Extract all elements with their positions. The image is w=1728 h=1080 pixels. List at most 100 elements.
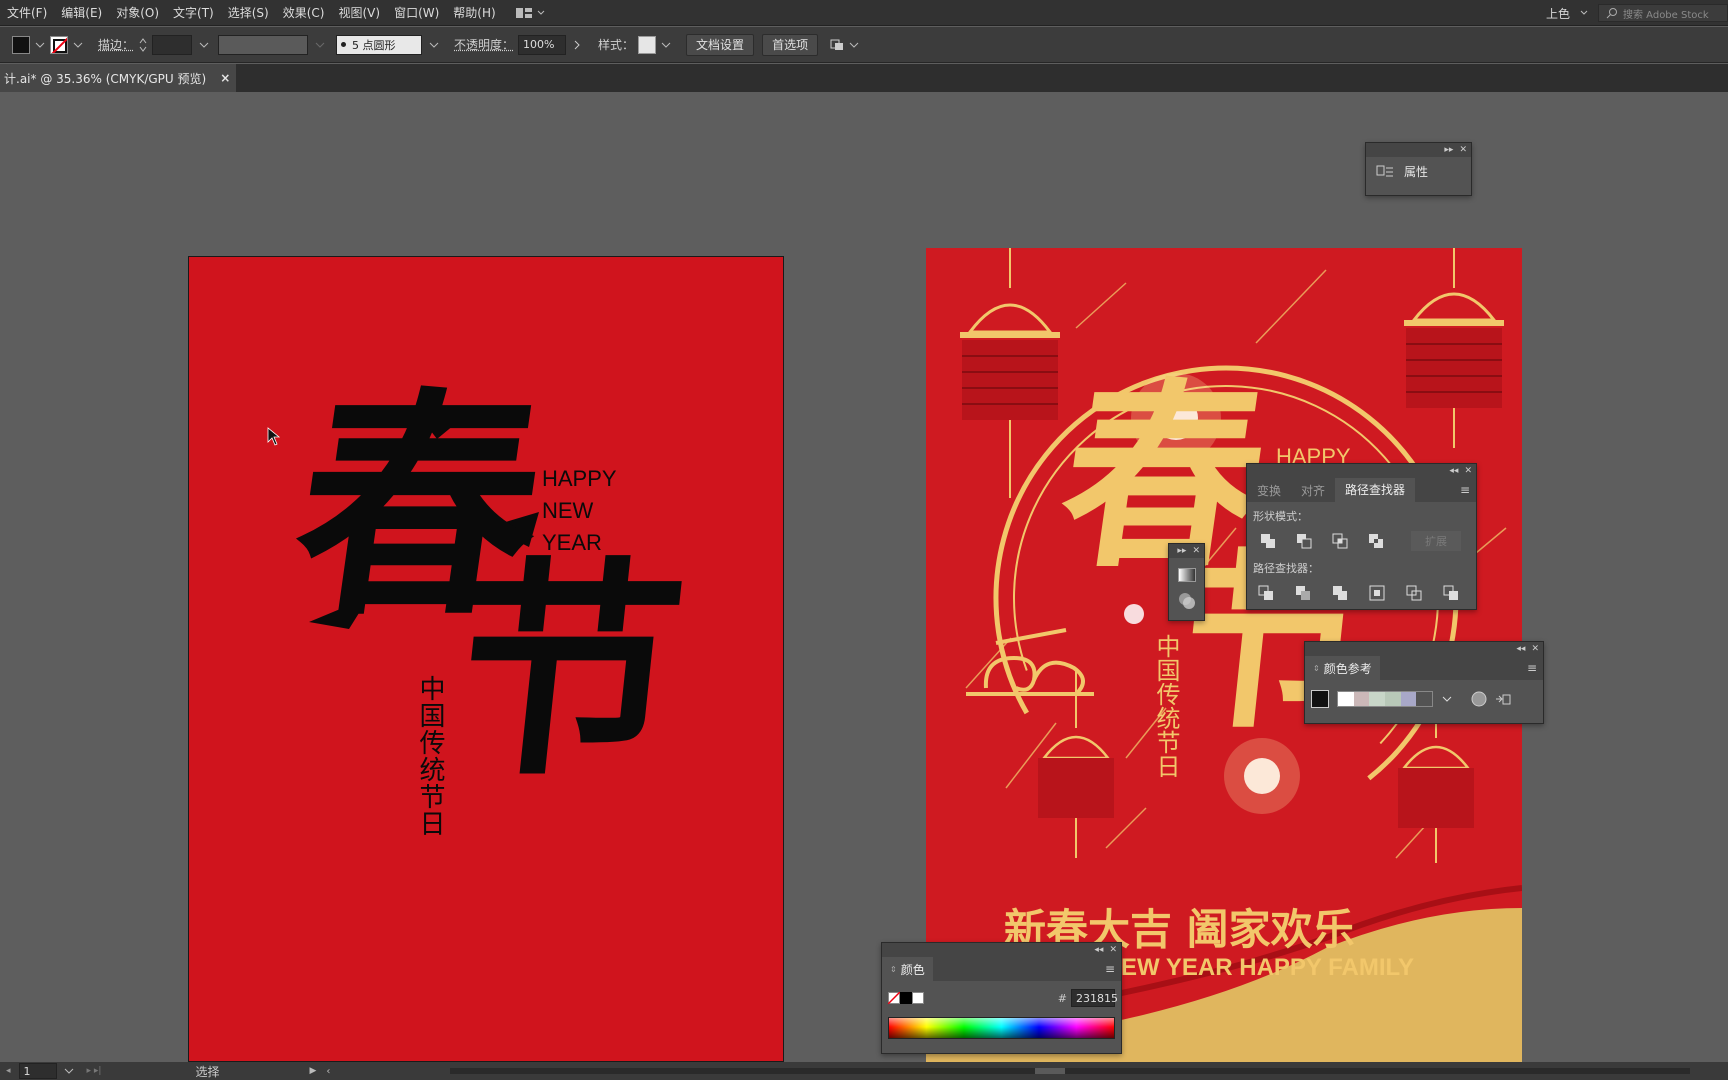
chevron-down-icon[interactable] [314,41,326,49]
menu-object[interactable]: 对象(O) [109,4,166,21]
panel-menu-icon[interactable]: ≡ [1105,962,1115,976]
graphic-style-swatch[interactable] [638,35,657,54]
variable-width-profile[interactable] [218,34,309,55]
artboard-number-field[interactable]: 1 [18,1063,57,1079]
menu-help[interactable]: 帮助(H) [446,4,502,21]
close-icon[interactable]: ✕ [1531,644,1539,654]
arrange-documents-button[interactable] [515,7,545,19]
scroll-thumb[interactable] [1035,1068,1066,1074]
black-swatch[interactable] [900,992,912,1004]
trim-icon[interactable] [1292,582,1314,604]
close-icon[interactable]: ✕ [1192,546,1200,556]
prev-artboard-icon[interactable]: ◂ [6,1066,11,1076]
status-menu-icon[interactable]: ▶ [309,1066,316,1076]
panel-menu-icon[interactable]: ≡ [1527,661,1537,675]
harmony-swatch[interactable] [1385,692,1401,706]
tab-align[interactable]: 对齐 [1291,482,1335,499]
horizontal-scrollbar[interactable] [450,1068,1691,1074]
color-spectrum[interactable] [888,1017,1115,1039]
tab-color-guide[interactable]: ⇕ 颜色参考 [1305,656,1380,680]
stroke-weight-field[interactable] [152,34,193,55]
harmony-swatch[interactable] [1369,692,1386,706]
outline-icon[interactable] [1403,582,1425,604]
intersect-icon[interactable] [1329,530,1351,552]
white-swatch[interactable] [912,992,924,1004]
collapse-icon[interactable]: ▸▸ [1444,145,1453,155]
brush-definition[interactable]: 5 点圆形 [336,34,423,55]
preferences-button[interactable]: 首选项 [762,33,819,56]
menu-type[interactable]: 文字(T) [166,4,221,21]
document-setup-button[interactable]: 文档设置 [686,33,755,56]
transparency-icon[interactable] [1178,592,1196,610]
divide-icon[interactable] [1255,582,1277,604]
chevron-down-icon[interactable] [72,41,84,49]
close-icon[interactable]: ✕ [1459,145,1467,155]
stock-search-input[interactable]: 搜索 Adobe Stock [1598,4,1728,22]
menu-edit[interactable]: 编辑(E) [54,4,109,21]
chevron-down-icon[interactable] [848,41,860,49]
base-color-swatch[interactable] [1311,690,1329,708]
chevron-down-icon[interactable] [198,41,210,49]
fill-swatch[interactable] [12,35,30,54]
menu-window[interactable]: 窗口(W) [387,4,446,21]
opacity-label[interactable]: 不透明度： [454,36,514,53]
document-tab[interactable]: 计.ai* @ 35.36% (CMYK/GPU 预览) × [0,64,236,92]
happy-line: HAPPY [542,466,617,491]
next-artboard-icon[interactable]: ▸ ▸| [87,1066,102,1076]
harmony-swatch[interactable] [1353,692,1370,706]
opacity-field[interactable]: 100% [518,34,567,55]
menu-bar: 文件(F) 编辑(E) 对象(O) 文字(T) 选择(S) 效果(C) 视图(V… [0,0,1728,26]
properties-button[interactable]: 属性 [1366,157,1471,186]
tab-transform[interactable]: 变换 [1247,482,1291,499]
chevron-down-icon[interactable] [34,41,46,49]
unite-icon[interactable] [1257,530,1279,552]
artboard-1[interactable]: 春 节 中国传统节日 HAPPY NEW YEAR [188,256,784,1062]
arrange-icon[interactable] [828,37,846,53]
close-icon[interactable]: × [220,71,230,85]
panel-header: ▸▸ ✕ [1169,544,1204,558]
menu-view[interactable]: 视图(V) [331,4,387,21]
gradient-panel-button[interactable] [1177,568,1196,582]
stroke-swatch[interactable] [50,35,68,54]
collapse-icon[interactable]: ◂◂ [1449,466,1458,476]
properties-panel: ▸▸ ✕ 属性 [1365,142,1472,196]
collapse-icon[interactable]: ◂◂ [1516,644,1525,654]
harmony-swatch[interactable] [1338,692,1354,706]
close-icon[interactable]: ✕ [1109,945,1117,955]
save-to-swatches-icon[interactable] [1495,692,1511,706]
workspace-switcher[interactable]: 上色 [1546,5,1588,22]
close-icon[interactable]: ✕ [1464,466,1472,476]
tab-color[interactable]: ⇕ 颜色 [882,957,933,981]
none-swatch-icon[interactable] [888,992,900,1004]
collapse-icon[interactable]: ▸▸ [1177,546,1186,556]
color-guide-panel: ◂◂ ✕ ⇕ 颜色参考 ≡ [1304,641,1544,724]
scroll-left-icon[interactable]: ‹ [326,1066,330,1077]
crop-icon[interactable] [1366,582,1388,604]
chevron-down-icon[interactable] [660,41,672,49]
collapse-icon[interactable]: ◂◂ [1094,945,1103,955]
expand-button[interactable]: 扩展 [1411,531,1461,551]
menu-select[interactable]: 选择(S) [221,4,276,21]
chevron-down-icon[interactable] [1441,695,1453,703]
stepper-icon[interactable] [138,36,148,54]
color-guide-title: 颜色参考 [1323,661,1372,676]
chevron-right-icon[interactable] [572,40,582,50]
harmony-swatch[interactable] [1416,692,1433,706]
menu-effect[interactable]: 效果(C) [276,4,332,21]
pathfinders-label: 路径查找器： [1253,562,1319,575]
color-wheel-icon[interactable] [1471,691,1487,707]
harmony-swatch[interactable] [1400,692,1417,706]
exclude-icon[interactable] [1365,530,1387,552]
minus-back-icon[interactable] [1440,582,1462,604]
merge-icon[interactable] [1329,582,1351,604]
minus-front-icon[interactable] [1293,530,1315,552]
stroke-label[interactable]: 描边： [98,36,134,53]
panel-menu-icon[interactable]: ≡ [1460,483,1470,497]
tab-pathfinder[interactable]: 路径查找器 [1335,478,1416,502]
harmony-strip[interactable] [1337,691,1433,707]
document-tab-bar: 计.ai* @ 35.36% (CMYK/GPU 预览) × [0,64,1728,92]
chevron-down-icon[interactable] [428,41,440,49]
chevron-down-icon[interactable] [63,1067,75,1075]
hex-input[interactable]: 231815 [1071,989,1118,1007]
menu-file[interactable]: 文件(F) [0,4,54,21]
